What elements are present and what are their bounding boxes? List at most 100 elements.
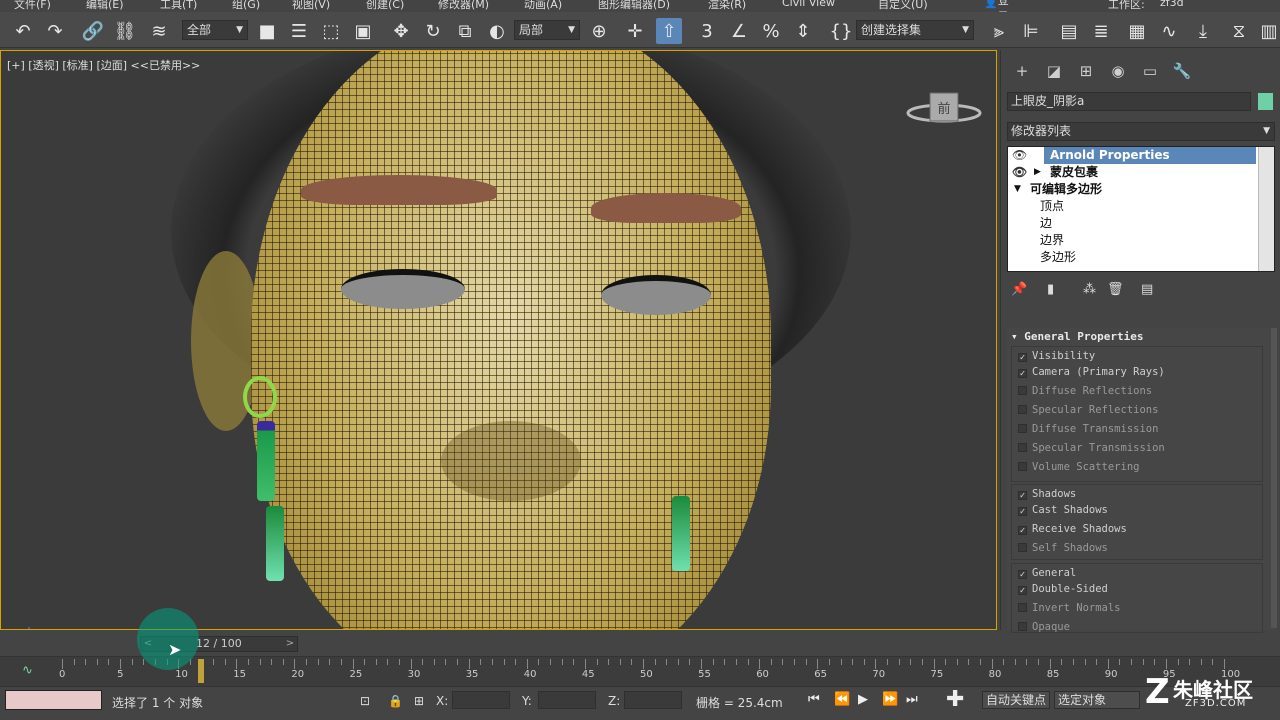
menu-create[interactable]: 创建(C) bbox=[366, 0, 404, 12]
menu-animation[interactable]: 动画(A) bbox=[524, 0, 562, 12]
pin-stack-icon[interactable]: 📌 bbox=[1011, 282, 1029, 300]
checkbox-diffuse-reflections[interactable]: Diffuse Reflections bbox=[1018, 382, 1152, 400]
z-coord-field[interactable] bbox=[624, 691, 682, 709]
configure-modifier-sets-icon[interactable]: ▤ bbox=[1141, 282, 1159, 300]
menu-modifiers[interactable]: 修改器(M) bbox=[438, 0, 489, 12]
stack-subitem-border[interactable]: 边界 bbox=[1008, 232, 1258, 249]
checkbox-volume-scattering[interactable]: Volume Scattering bbox=[1018, 458, 1139, 476]
checkbox-specular-transmission[interactable]: Specular Transmission bbox=[1018, 439, 1165, 457]
face-mesh[interactable] bbox=[251, 51, 771, 629]
material-editor-icon[interactable]: ⧖ bbox=[1226, 18, 1252, 44]
menu-graph-editors[interactable]: 图形编辑器(D) bbox=[598, 0, 670, 12]
lock-selection-icon[interactable]: 🔒 bbox=[388, 694, 403, 708]
motion-tab-icon[interactable]: ◉ bbox=[1107, 60, 1129, 82]
undo-icon[interactable]: ↶ bbox=[10, 18, 36, 44]
schematic-view-icon[interactable]: ⤓ bbox=[1190, 18, 1216, 44]
checkbox-specular-reflections[interactable]: Specular Reflections bbox=[1018, 401, 1158, 419]
hierarchy-tab-icon[interactable]: ⊞ bbox=[1075, 60, 1097, 82]
y-coord-field[interactable] bbox=[538, 691, 596, 709]
menu-view[interactable]: 视图(V) bbox=[292, 0, 330, 12]
menu-file[interactable]: 文件(F) bbox=[14, 0, 51, 12]
percent-snap-icon[interactable]: % bbox=[758, 18, 784, 44]
signin-button[interactable]: 👤 登录 bbox=[984, 0, 1009, 12]
layer-explorer-icon[interactable]: ≣ bbox=[1088, 18, 1114, 44]
rectangle-selection-icon[interactable]: ⬚ bbox=[318, 18, 344, 44]
stack-item-editable-poly[interactable]: ▼ 可编辑多边形 bbox=[1008, 181, 1258, 198]
selection-filter-dropdown[interactable]: 全部 ▼ bbox=[182, 20, 248, 40]
stack-item-arnold[interactable]: 👁 Arnold Properties bbox=[1008, 147, 1258, 164]
create-tab-icon[interactable]: + bbox=[1011, 60, 1033, 82]
timeline-playhead[interactable] bbox=[198, 659, 205, 683]
checkbox-invert-normals[interactable]: Invert Normals bbox=[1018, 599, 1121, 617]
link-icon[interactable]: 🔗 bbox=[80, 18, 106, 44]
menu-rendering[interactable]: 渲染(R) bbox=[708, 0, 746, 12]
maxscript-listener[interactable] bbox=[5, 690, 102, 710]
eye-icon[interactable]: 👁 bbox=[1012, 147, 1027, 164]
command-panel-scrollbar[interactable] bbox=[1271, 328, 1277, 628]
remove-modifier-icon[interactable]: 🗑 bbox=[1107, 282, 1125, 300]
utilities-tab-icon[interactable]: 🔧 bbox=[1171, 60, 1193, 82]
checkbox-camera[interactable]: ✓ Camera (Primary Rays) bbox=[1018, 363, 1165, 381]
display-tab-icon[interactable]: ▭ bbox=[1139, 60, 1161, 82]
set-key-icon[interactable]: ✚ bbox=[946, 687, 964, 712]
object-color-swatch[interactable] bbox=[1258, 93, 1273, 110]
named-selection-dropdown[interactable]: 创建选择集 ▼ bbox=[856, 20, 974, 40]
menu-tools[interactable]: 工具(T) bbox=[160, 0, 197, 12]
modifier-stack[interactable]: 👁 Arnold Properties 👁 ▶ 蒙皮包裹 ▼ 可编辑多边形 顶点… bbox=[1007, 146, 1275, 272]
stack-scrollbar[interactable] bbox=[1258, 147, 1274, 271]
unlink-icon[interactable]: ⛓ bbox=[112, 18, 138, 44]
spinner-snap-icon[interactable]: ⇕ bbox=[790, 18, 816, 44]
isolate-selection-icon[interactable]: ⊡ bbox=[360, 694, 370, 708]
scene-explorer-icon[interactable]: ▤ bbox=[1056, 18, 1082, 44]
menu-edit[interactable]: 编辑(E) bbox=[86, 0, 124, 12]
rollout-title[interactable]: ▾ General Properties bbox=[1011, 330, 1143, 343]
keyboard-shortcut-override-icon[interactable]: ⇧ bbox=[656, 18, 682, 44]
render-setup-icon[interactable]: ▥ bbox=[1256, 18, 1280, 44]
checkbox-opaque[interactable]: Opaque bbox=[1018, 618, 1070, 636]
align-icon[interactable]: ⊫ bbox=[1018, 18, 1044, 44]
reference-coordinate-dropdown[interactable]: 局部 ▼ bbox=[514, 20, 580, 40]
go-to-start-icon[interactable]: ⏮ bbox=[808, 692, 820, 707]
stack-item-skin-wrap[interactable]: 👁 ▶ 蒙皮包裹 bbox=[1008, 164, 1258, 181]
viewcube[interactable]: 前 bbox=[906, 91, 986, 151]
object-name-field[interactable]: 上眼皮_阴影a bbox=[1007, 92, 1251, 111]
placement-icon[interactable]: ◐ bbox=[484, 18, 510, 44]
make-unique-icon[interactable]: ⁂ bbox=[1083, 282, 1101, 300]
snaps-toggle-icon[interactable]: 3 bbox=[694, 18, 720, 44]
curve-editor-icon[interactable]: ∿ bbox=[1156, 18, 1182, 44]
next-frame-button[interactable]: > bbox=[283, 637, 297, 651]
menu-customize[interactable]: 自定义(U) bbox=[878, 0, 928, 12]
modifier-list-dropdown[interactable]: 修改器列表 ▼ bbox=[1007, 122, 1275, 141]
menu-civil-view[interactable]: Civil View bbox=[782, 0, 835, 9]
mini-curve-editor-icon[interactable]: ∿ bbox=[22, 663, 33, 678]
select-by-name-icon[interactable]: ☰ bbox=[286, 18, 312, 44]
select-object-icon[interactable]: ■ bbox=[254, 18, 280, 44]
checkbox-double-sided[interactable]: ✓ Double-Sided bbox=[1018, 580, 1108, 598]
go-to-end-icon[interactable]: ⏭ bbox=[906, 692, 918, 707]
collapse-arrow-icon[interactable]: ▼ bbox=[1014, 181, 1021, 198]
show-end-result-icon[interactable]: ▮ bbox=[1047, 282, 1065, 300]
checkbox-cast-shadows[interactable]: ✓ Cast Shadows bbox=[1018, 501, 1108, 519]
auto-key-button[interactable]: 自动关键点 bbox=[982, 691, 1050, 709]
select-manipulate-icon[interactable]: ✛ bbox=[622, 18, 648, 44]
menu-group[interactable]: 组(G) bbox=[232, 0, 260, 12]
window-crossing-icon[interactable]: ▣ bbox=[350, 18, 376, 44]
next-key-icon[interactable]: ⏩ bbox=[882, 692, 898, 707]
absolute-mode-icon[interactable]: ⊞ bbox=[414, 694, 424, 708]
stack-subitem-vertex[interactable]: 顶点 bbox=[1008, 198, 1258, 215]
edit-named-selection-icon[interactable]: {} bbox=[828, 18, 854, 44]
timeline[interactable]: ∿ 0 5 10 15 20 25 30 35 40 45 50 55 60 65 70 75 80 85 90 95… bbox=[0, 656, 1280, 686]
modify-tab-icon[interactable]: ◪ bbox=[1043, 60, 1065, 82]
scale-icon[interactable]: ⧉ bbox=[452, 18, 478, 44]
rotate-icon[interactable]: ↻ bbox=[420, 18, 446, 44]
eye-icon[interactable]: 👁 bbox=[1012, 164, 1027, 181]
checkbox-self-shadows[interactable]: Self Shadows bbox=[1018, 539, 1108, 557]
move-icon[interactable]: ✥ bbox=[388, 18, 414, 44]
angle-snap-icon[interactable]: ∠ bbox=[726, 18, 752, 44]
ribbon-icon[interactable]: ▦ bbox=[1124, 18, 1150, 44]
workspace-select[interactable]: zf3d bbox=[1160, 0, 1184, 9]
stack-subitem-polygon[interactable]: 多边形 bbox=[1008, 249, 1258, 266]
play-icon[interactable]: ▶ bbox=[858, 692, 868, 707]
selected-object-dropdown[interactable]: 选定对象 bbox=[1054, 691, 1140, 709]
redo-icon[interactable]: ↷ bbox=[42, 18, 68, 44]
